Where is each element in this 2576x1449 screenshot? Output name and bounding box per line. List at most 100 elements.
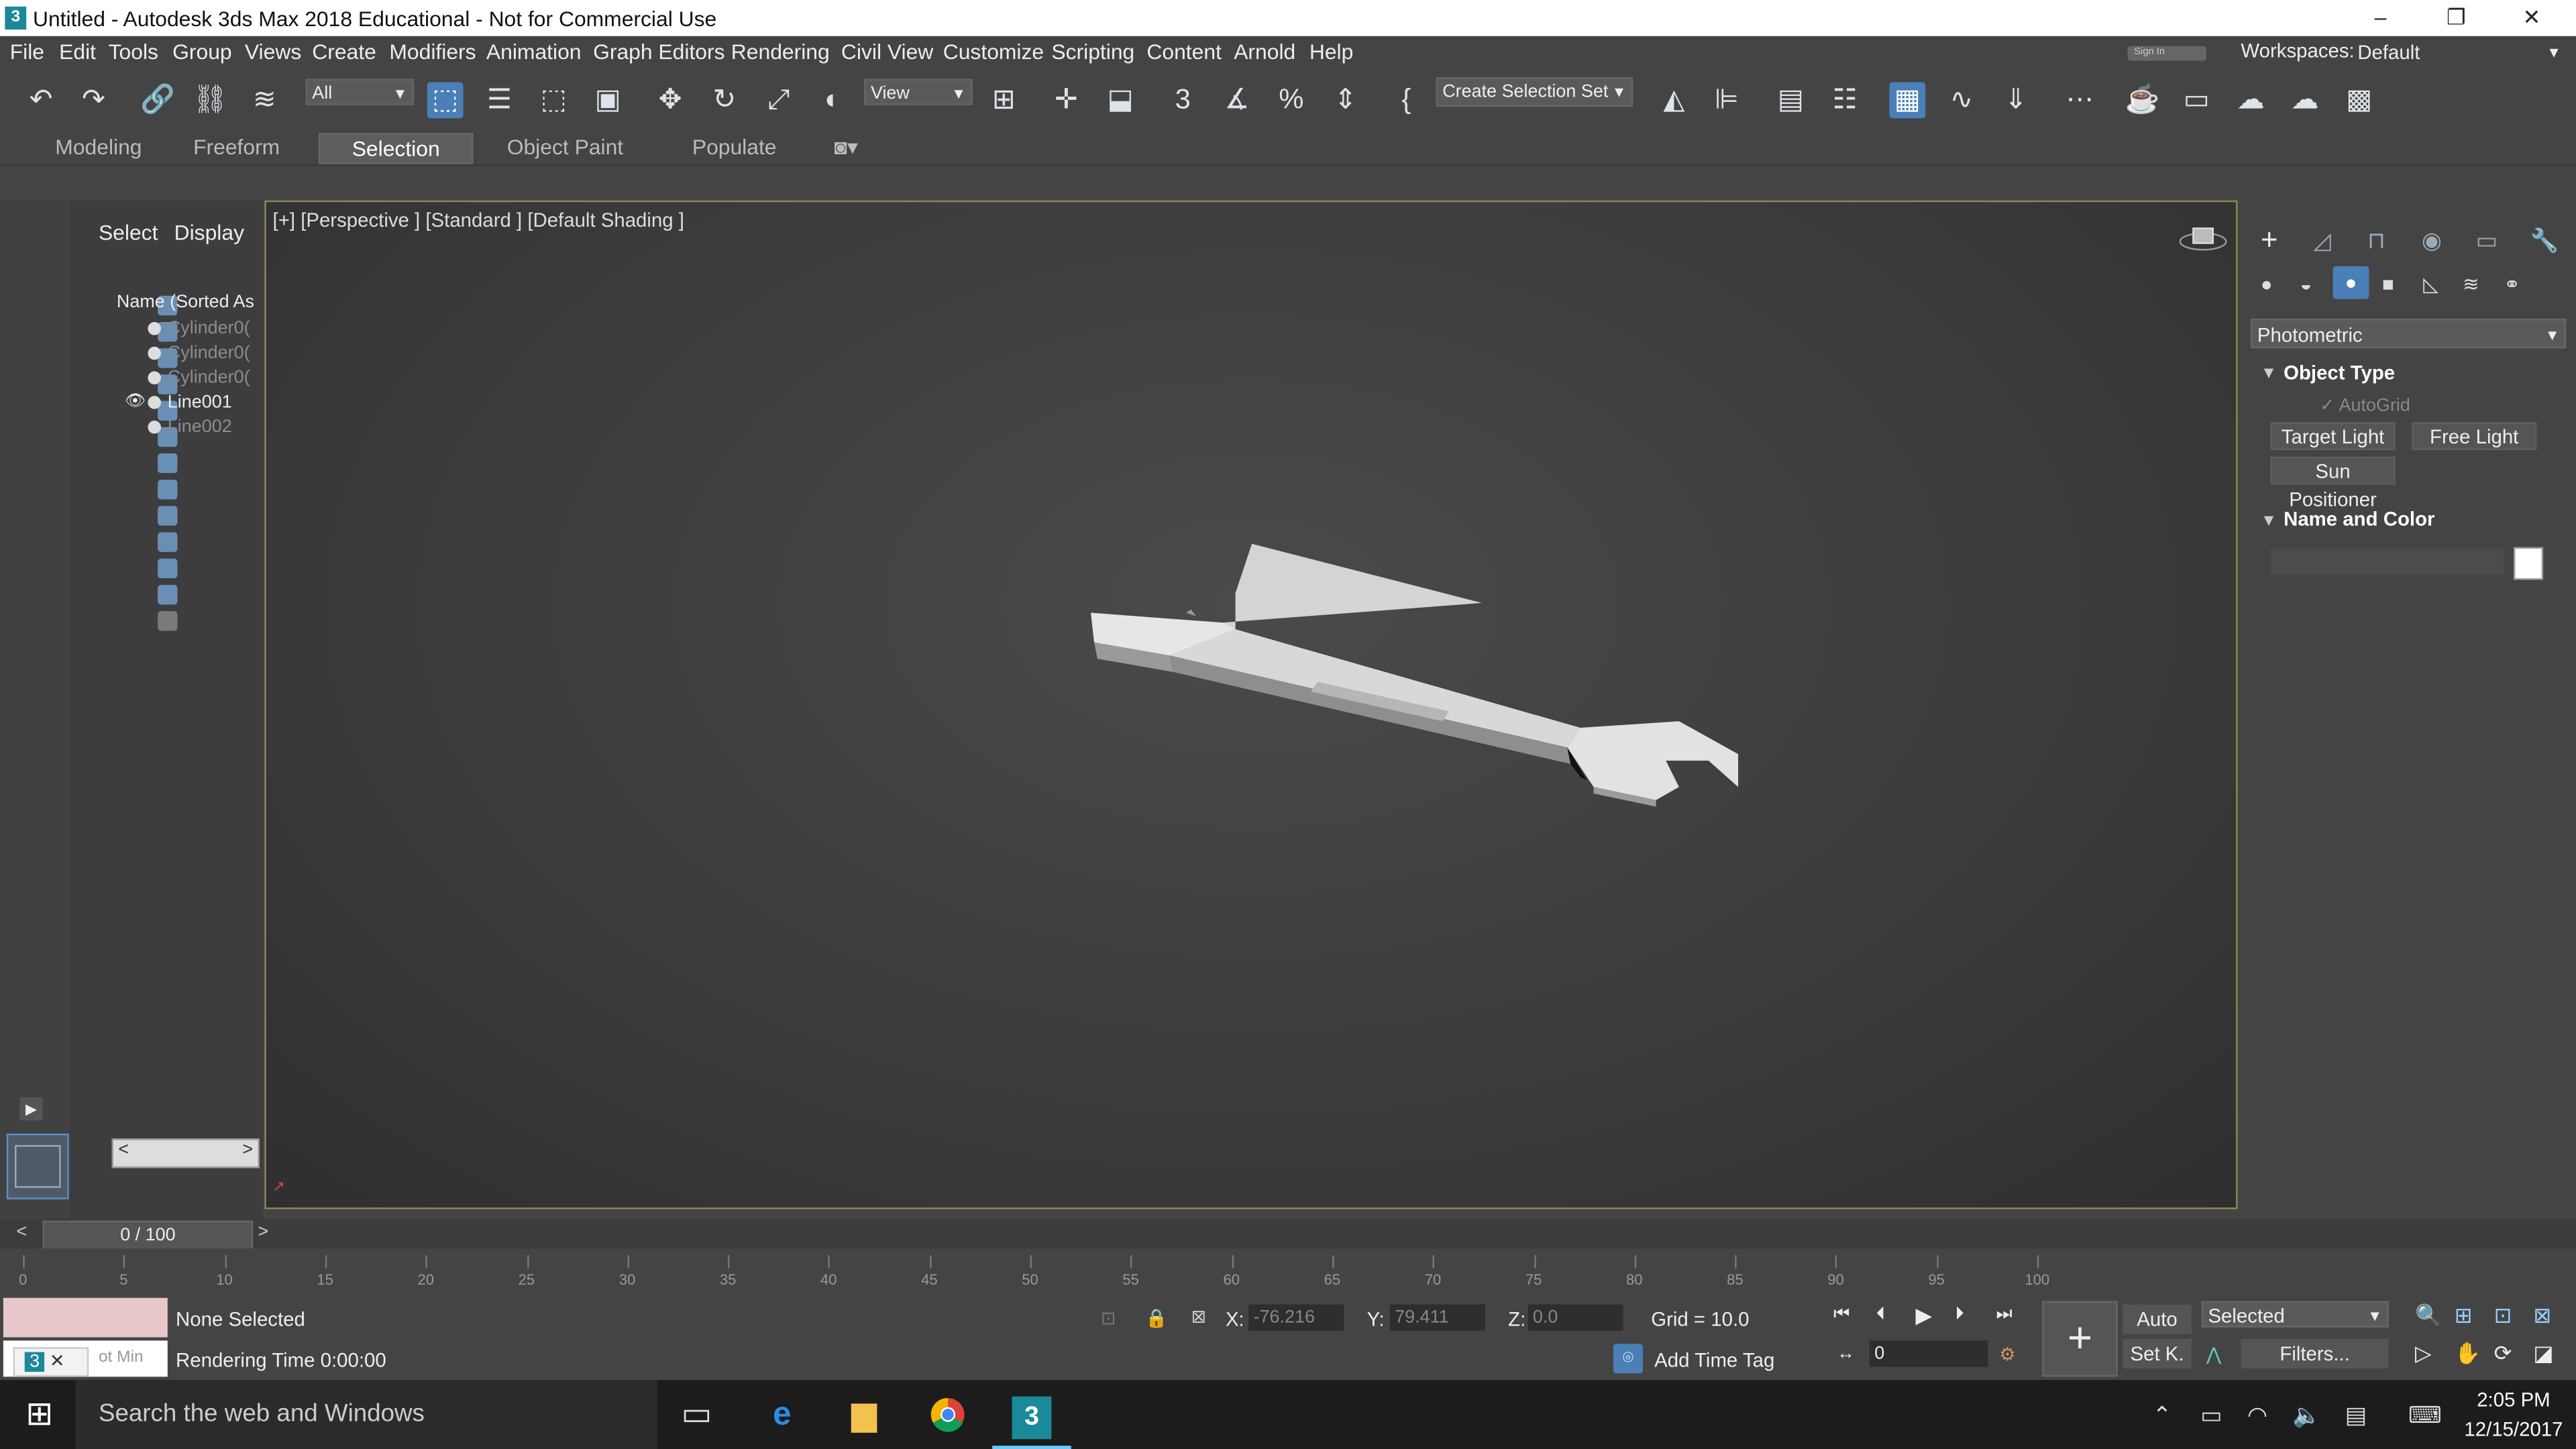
lock-selection-icon[interactable]: 🔒 — [1145, 1307, 1168, 1329]
chrome-icon[interactable] — [908, 1380, 987, 1449]
sun-positioner-button[interactable]: Sun Positioner — [2270, 456, 2396, 511]
list-item[interactable]: 👁 Line001 — [112, 392, 232, 412]
zoom-icon[interactable]: 🔍 — [2415, 1303, 2442, 1329]
render-setup-icon[interactable]: ☕ — [2125, 82, 2161, 118]
time-config-icon[interactable]: ⚙ — [1999, 1344, 2015, 1365]
tab-modeling[interactable]: Modeling — [33, 133, 164, 161]
select-object-icon[interactable]: ⬚ — [427, 82, 464, 119]
prev-frame-icon[interactable]: ⏴ — [1876, 1305, 1885, 1326]
filters-button[interactable]: Filters... — [2241, 1338, 2389, 1369]
undo-icon[interactable]: ↶ — [23, 82, 59, 118]
menu-arnold[interactable]: Arnold — [1234, 40, 1295, 64]
menu-animation[interactable]: Animation — [486, 40, 582, 64]
x-coordinate-field[interactable]: -76.216 — [1248, 1304, 1344, 1331]
set-key-big-button[interactable]: + — [2042, 1301, 2118, 1377]
redo-icon[interactable]: ↷ — [76, 82, 112, 118]
zoom-extents-icon[interactable]: ⊡ — [2494, 1303, 2512, 1329]
absolute-mode-icon[interactable]: ⊠ — [1191, 1306, 1207, 1327]
ribbon-options-icon[interactable]: ◙▾ — [822, 133, 871, 161]
list-item[interactable]: Line002 — [112, 417, 232, 437]
menu-edit[interactable]: Edit — [59, 40, 96, 64]
a360-gallery-icon[interactable]: ▩ — [2341, 82, 2377, 118]
time-tag-icon[interactable]: ⌾ — [1613, 1344, 1643, 1374]
task-view-icon[interactable]: ▭ — [657, 1380, 737, 1449]
add-time-tag[interactable]: Add Time Tag — [1654, 1349, 1774, 1372]
curve-editor-icon[interactable]: ∿ — [1943, 82, 1980, 118]
time-next-button[interactable]: > — [258, 1222, 268, 1242]
scroll-right-icon[interactable]: > — [242, 1140, 253, 1160]
light-category-dropdown[interactable]: Photometric ▼ — [2251, 319, 2567, 349]
angle-snap-icon[interactable]: ∡ — [1219, 82, 1255, 118]
menu-create[interactable]: Create — [312, 40, 376, 64]
next-frame-icon[interactable]: ⏵ — [1955, 1305, 1964, 1326]
object-type-title[interactable]: Object Type — [2284, 362, 2395, 384]
menu-modifiers[interactable]: Modifiers — [389, 40, 476, 64]
display-spacewarps-icon[interactable] — [158, 453, 178, 474]
modify-tab-icon[interactable]: ◿ — [2313, 227, 2330, 255]
key-tangent-icon[interactable]: ⋀ — [2206, 1344, 2221, 1365]
object-name-field[interactable] — [2270, 548, 2504, 576]
target-light-button[interactable]: Target Light — [2270, 422, 2396, 451]
render-production-icon[interactable]: ☁ — [2233, 82, 2269, 118]
layer-explorer-icon[interactable]: ▤ — [1772, 82, 1809, 118]
menu-rendering[interactable]: Rendering — [731, 40, 830, 64]
rollout-collapse-icon[interactable]: ▼ — [2261, 513, 2277, 531]
isolate-icon[interactable]: ⊡ — [1101, 1307, 1116, 1329]
column-header-name[interactable]: Name (Sorted As — [117, 292, 254, 312]
named-selection-dropdown[interactable]: Create Selection Set ▼ — [1436, 77, 1633, 107]
cameras-icon[interactable]: ■ — [2382, 273, 2394, 296]
list-item[interactable]: Cylinder0( — [112, 319, 250, 338]
windows-start-icon[interactable]: ⊞ — [0, 1380, 79, 1449]
key-filter-dropdown[interactable]: Selected ▼ — [2201, 1301, 2389, 1328]
place-icon[interactable]: ◐ — [815, 82, 851, 118]
pivot-center-icon[interactable]: ⊞ — [985, 82, 1022, 118]
menu-civil-view[interactable]: Civil View — [841, 40, 933, 64]
display-xrefs-icon[interactable] — [158, 506, 178, 526]
display-groups-icon[interactable] — [158, 480, 178, 500]
display-bones-icon[interactable] — [158, 532, 178, 552]
menu-views[interactable]: Views — [245, 40, 301, 64]
explorer-tab-display[interactable]: Display — [174, 220, 244, 245]
3dsmax-taskbar-icon[interactable]: 3 — [992, 1380, 1071, 1449]
set-key-button[interactable]: Set K. — [2123, 1338, 2192, 1369]
select-manipulate-icon[interactable]: ✛ — [1048, 82, 1084, 118]
autogrid-checkbox[interactable]: ✓ AutoGrid — [2320, 394, 2410, 415]
schematic-view-icon[interactable]: ⇓ — [1998, 82, 2034, 118]
menu-help[interactable]: Help — [1309, 40, 1354, 64]
horizontal-scrollbar[interactable]: < > — [111, 1138, 260, 1169]
eye-icon[interactable]: 👁 — [125, 392, 146, 411]
track-bar[interactable]: 0 5 10 15 20 25 30 35 40 45 50 55 60 65 70 75 80 85 90 95 10… — [0, 1248, 2576, 1298]
window-crossing-icon[interactable]: ▣ — [590, 82, 626, 118]
clock-time[interactable]: 2:05 PM — [2461, 1388, 2567, 1411]
display-containers-icon[interactable] — [158, 558, 178, 579]
display-tab-icon[interactable]: ▭ — [2476, 227, 2498, 255]
current-frame-field[interactable]: 0 — [1869, 1340, 1988, 1367]
select-by-name-icon[interactable]: ☰ — [482, 82, 518, 118]
rectangular-selection-icon[interactable]: ⬚ — [535, 82, 572, 118]
menu-tools[interactable]: Tools — [109, 40, 158, 64]
align-icon[interactable]: ⊫ — [1709, 82, 1745, 118]
minimize-button[interactable]: – — [2343, 1, 2418, 34]
rendered-frame-window-icon[interactable]: ▭ — [2178, 82, 2214, 118]
menu-group[interactable]: Group — [172, 40, 232, 64]
zoom-all-icon[interactable]: ⊞ — [2455, 1303, 2473, 1329]
maxscript-listener[interactable] — [3, 1297, 168, 1338]
reference-coordinate-dropdown[interactable]: View ▼ — [864, 78, 973, 105]
edit-named-selection-icon[interactable]: { — [1388, 82, 1424, 118]
toggle-ribbon-icon[interactable]: ☷ — [1827, 82, 1863, 118]
motion-tab-icon[interactable]: ◉ — [2422, 227, 2442, 255]
maximize-viewport-icon[interactable]: ◪ — [2533, 1340, 2553, 1366]
expand-icon[interactable]: ▶ — [19, 1097, 43, 1121]
goto-start-icon[interactable]: ⏮ — [1833, 1305, 1849, 1326]
y-coordinate-field[interactable]: 79.411 — [1389, 1304, 1485, 1331]
field-of-view-icon[interactable]: ▷ — [2415, 1340, 2431, 1366]
shapes-icon[interactable]: ◒ — [2300, 273, 2312, 296]
z-coordinate-field[interactable]: 0.0 — [1527, 1304, 1623, 1331]
menu-content[interactable]: Content — [1146, 40, 1222, 64]
pan-icon[interactable]: ✋ — [2455, 1340, 2481, 1366]
time-prev-button[interactable]: < — [16, 1222, 27, 1242]
lights-icon[interactable]: ● — [2332, 266, 2369, 299]
percent-snap-icon[interactable]: % — [1273, 82, 1309, 118]
systems-icon[interactable]: ⚭ — [2504, 273, 2520, 296]
move-icon[interactable]: ✥ — [652, 82, 688, 118]
